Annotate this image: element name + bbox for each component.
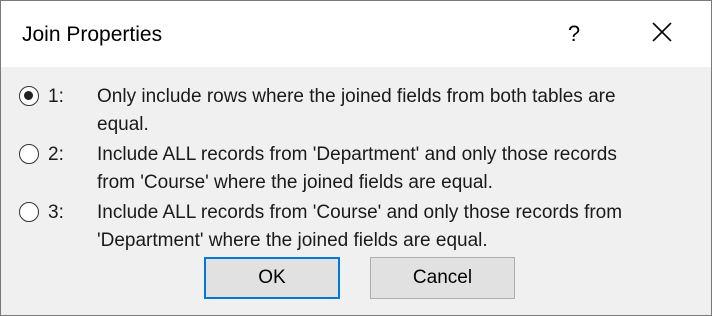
cancel-button[interactable]: Cancel xyxy=(370,257,515,299)
option-text: Include ALL records from 'Course' and on… xyxy=(97,202,623,251)
option-text: Only include rows where the joined field… xyxy=(97,86,616,135)
help-button[interactable]: ? xyxy=(551,11,597,57)
option-number: 1: xyxy=(48,86,64,107)
close-button[interactable] xyxy=(639,11,685,57)
option-number: 3: xyxy=(48,202,64,223)
radio-option-2[interactable] xyxy=(19,144,39,164)
radio-option-3[interactable] xyxy=(19,202,39,222)
radio-option-1[interactable] xyxy=(19,86,39,106)
title-bar: Join Properties ? xyxy=(1,1,711,67)
option-number: 2: xyxy=(48,144,64,165)
option-text: Include ALL records from 'Department' an… xyxy=(97,144,617,193)
close-icon xyxy=(652,21,672,47)
ok-button[interactable]: OK xyxy=(204,257,340,299)
dialog-title: Join Properties xyxy=(22,23,163,46)
join-properties-dialog: Join Properties ? 1: Only include rows w… xyxy=(0,0,712,316)
